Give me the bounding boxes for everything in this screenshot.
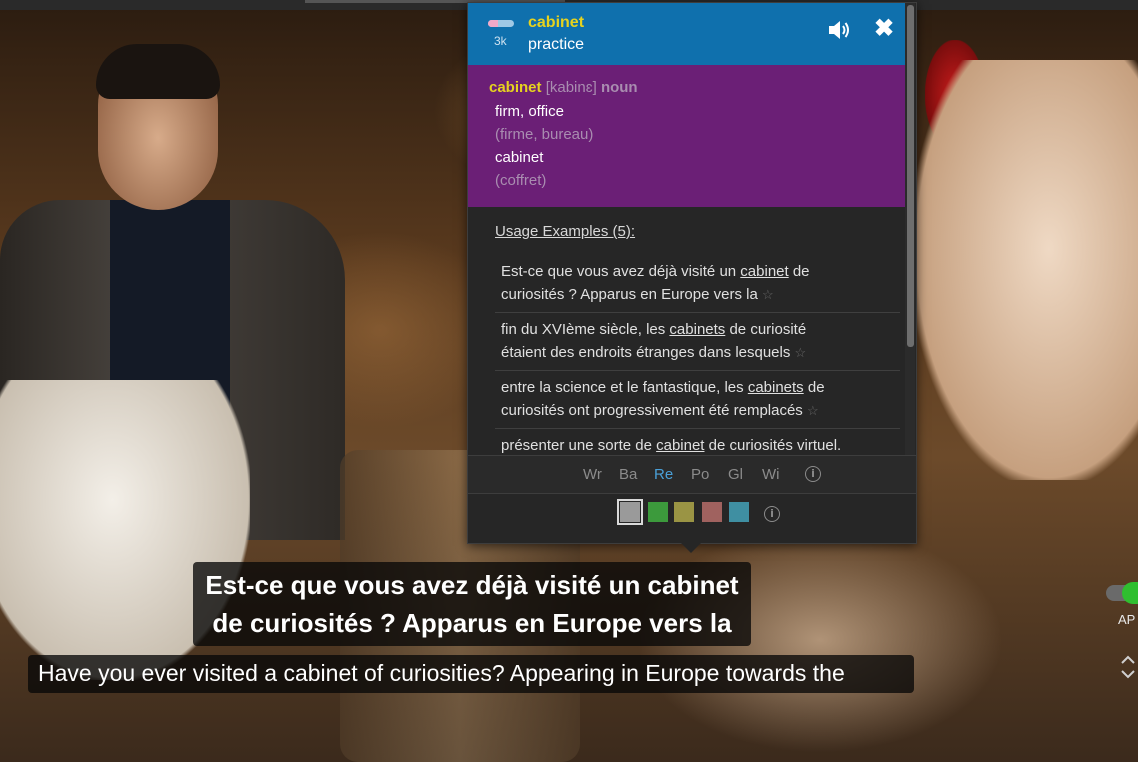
header-word: cabinet <box>528 14 585 31</box>
info-icon[interactable]: i <box>764 506 780 522</box>
source-tab-gl[interactable]: Gl <box>728 466 743 483</box>
definition-headword: cabinet [kabinɛ] noun <box>489 79 638 96</box>
example-divider <box>495 370 900 371</box>
info-icon[interactable]: i <box>805 466 821 482</box>
example-divider <box>495 312 900 313</box>
sense-translation: cabinet <box>495 149 544 166</box>
autopause-toggle-knob[interactable] <box>1122 582 1138 604</box>
popup-scrollbar-thumb[interactable] <box>907 5 914 347</box>
practice-link[interactable]: practice <box>528 36 584 54</box>
highlight-color-teal[interactable] <box>729 502 749 522</box>
highlight-color-olive[interactable] <box>674 502 694 522</box>
autopause-label: AP <box>1118 612 1136 627</box>
usage-example[interactable]: fin du XVIème siècle, les cabinets de cu… <box>495 316 900 364</box>
usage-example[interactable]: Est-ce que vous avez déjà visité un cabi… <box>495 258 900 306</box>
dictionary-popup: 3k cabinet practice ✖ cabinet [kabinɛ] n… <box>467 2 917 544</box>
speaker-icon[interactable] <box>826 17 852 43</box>
example-divider <box>495 428 900 429</box>
definition-panel: cabinet [kabinɛ] noun firm, office (firm… <box>468 65 906 207</box>
dictionary-source-bar: Wr Ba Re Po Gl Wi i <box>468 455 916 494</box>
sense-translation: firm, office <box>495 103 564 120</box>
source-tab-wr[interactable]: Wr <box>583 466 602 483</box>
video-decor-skull <box>915 60 1138 480</box>
highlight-color-gray[interactable] <box>617 499 643 525</box>
source-tab-re[interactable]: Re <box>654 466 673 483</box>
source-tab-ba[interactable]: Ba <box>619 466 637 483</box>
chevron-down-icon[interactable] <box>1120 666 1136 682</box>
frequency-count: 3k <box>494 34 507 48</box>
highlight-color-rose[interactable] <box>702 502 722 522</box>
sense-gloss: (coffret) <box>495 172 547 189</box>
pronunciation: [kabinɛ] <box>545 79 597 96</box>
usage-example[interactable]: entre la science et le fantastique, les … <box>495 374 900 422</box>
subtitle-translation: Have you ever visited a cabinet of curio… <box>38 660 845 686</box>
close-icon[interactable]: ✖ <box>874 16 896 42</box>
source-tab-wi[interactable]: Wi <box>762 466 780 483</box>
popup-header: 3k cabinet practice ✖ <box>468 3 906 65</box>
usage-examples-title[interactable]: Usage Examples (5): <box>495 223 635 240</box>
star-icon[interactable]: ☆ <box>762 287 774 302</box>
english-subtitle: Have you ever visited a cabinet of curio… <box>28 655 914 693</box>
star-icon[interactable]: ☆ <box>795 345 807 360</box>
sense-gloss: (firme, bureau) <box>495 126 594 143</box>
frequency-indicator <box>488 20 514 27</box>
french-subtitle[interactable]: Est-ce que vous avez déjà visité un cabi… <box>193 562 751 646</box>
subtitle-line[interactable]: Est-ce que vous avez déjà visité un cabi… <box>193 570 751 601</box>
subtitle-line[interactable]: de curiosités ? Apparus en Europe vers l… <box>193 608 751 639</box>
popup-pointer <box>679 541 703 553</box>
highlight-color-green[interactable] <box>648 502 668 522</box>
source-tab-po[interactable]: Po <box>691 466 709 483</box>
usage-example[interactable]: présenter une sorte de cabinet de curios… <box>495 432 900 455</box>
star-icon[interactable]: ☆ <box>807 403 819 418</box>
part-of-speech: noun <box>600 79 638 96</box>
